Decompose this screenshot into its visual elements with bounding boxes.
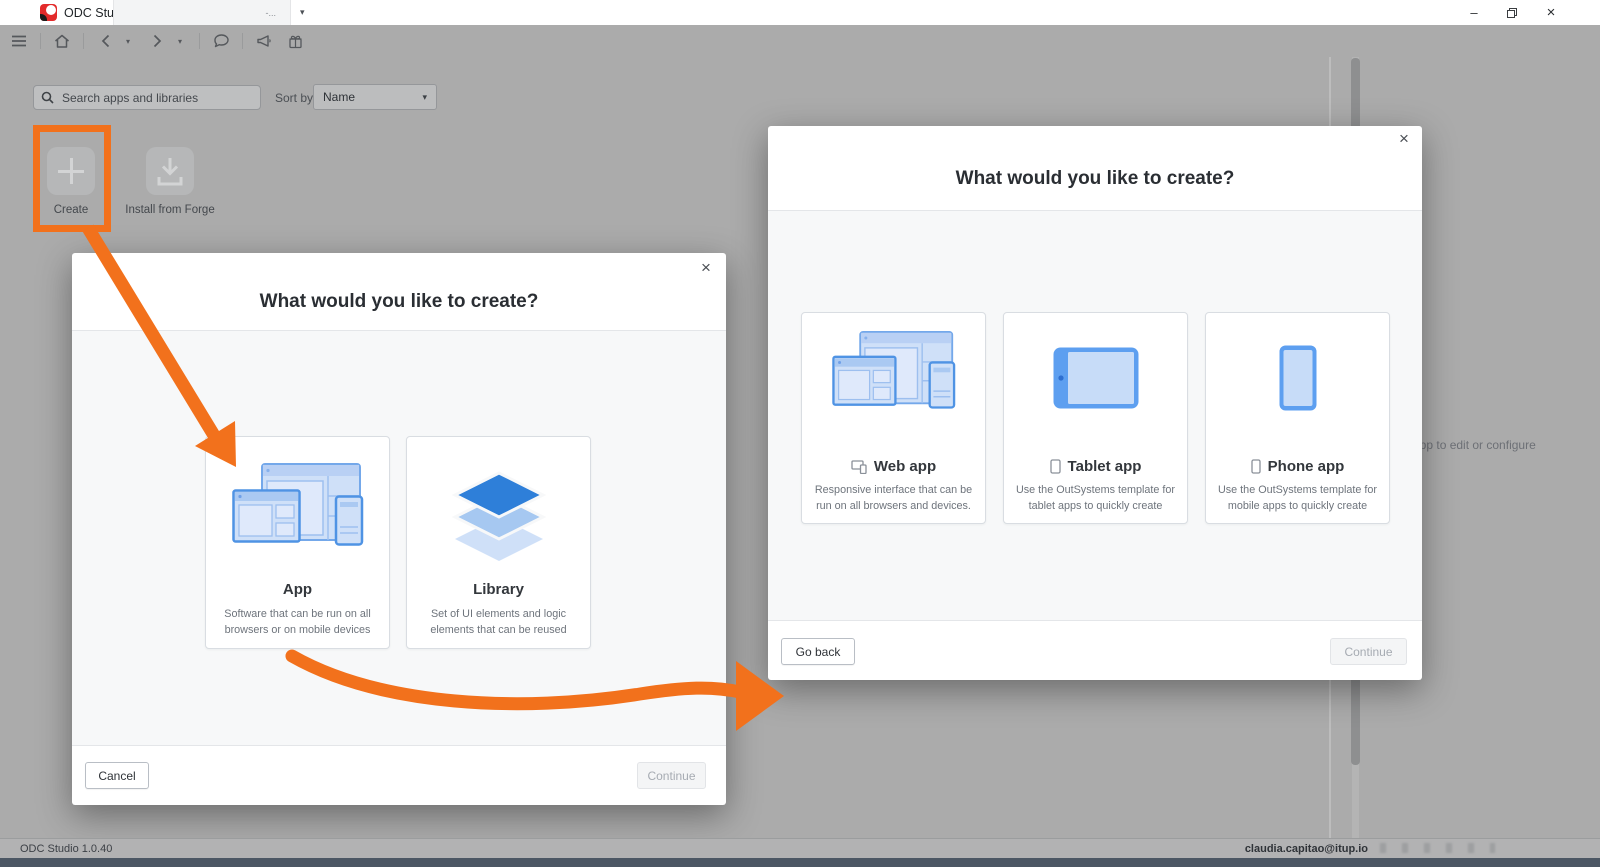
toolbar-separator xyxy=(199,33,200,49)
dialog-title: What would you like to create? xyxy=(259,291,539,312)
card-title: Phone app xyxy=(1206,458,1389,475)
card-title: Tablet app xyxy=(1004,458,1187,475)
forward-icon[interactable] xyxy=(147,31,167,51)
tablet-app-card[interactable]: Tablet app Use the OutSystems template f… xyxy=(1003,312,1188,524)
card-title: Library xyxy=(473,581,524,598)
continue-button[interactable]: Continue xyxy=(1330,638,1407,665)
sort-select-value: Name xyxy=(323,90,356,104)
web-app-icon xyxy=(851,459,867,474)
toolbar-separator xyxy=(40,33,41,49)
document-tab[interactable]: -... xyxy=(113,0,291,25)
app-devices-illustration xyxy=(231,463,364,566)
install-from-forge-tile[interactable]: Install from Forge xyxy=(122,147,218,218)
close-window-button[interactable]: × xyxy=(1534,0,1568,25)
restore-icon xyxy=(1507,7,1517,18)
app-card[interactable]: App Software that can be run on all brow… xyxy=(205,436,390,649)
go-back-button[interactable]: Go back xyxy=(781,638,855,665)
version-label: ODC Studio 1.0.40 xyxy=(20,843,113,855)
cancel-button[interactable]: Cancel xyxy=(85,762,149,789)
title-bar: ODC Studio -... ▾ – × xyxy=(0,0,1600,25)
web-app-illustration xyxy=(831,331,956,428)
phone-app-card[interactable]: Phone app Use the OutSystems template fo… xyxy=(1205,312,1390,524)
main-toolbar: ▾ ▾ xyxy=(0,25,1600,57)
phone-app-icon xyxy=(1251,459,1261,474)
status-bar: ODC Studio 1.0.40 claudia.capitao@itup.i… xyxy=(0,838,1600,859)
card-title-text: Tablet app xyxy=(1067,458,1142,475)
library-card[interactable]: Library Set of UI elements and logic ele… xyxy=(406,436,591,649)
card-title-text: Web app xyxy=(873,458,937,475)
toolbar-separator xyxy=(83,33,84,49)
download-icon xyxy=(146,147,194,195)
odc-studio-window: ODC Studio -... ▾ – × ▾ ▾ Search apps an… xyxy=(0,0,1600,867)
create-tile[interactable]: Create xyxy=(23,147,119,218)
sort-by-label: Sort by xyxy=(275,90,314,105)
search-input[interactable] xyxy=(60,89,253,106)
create-app-kind-dialog: What would you like to create? × Web app… xyxy=(768,126,1422,680)
user-email: claudia.capitao@itup.io xyxy=(1244,843,1368,855)
card-title: App xyxy=(282,581,313,598)
restore-button[interactable] xyxy=(1495,0,1529,25)
menu-icon[interactable] xyxy=(9,31,29,51)
card-description: Software that can be run on all browsers… xyxy=(224,608,371,637)
whats-new-icon[interactable] xyxy=(285,31,305,51)
background-hint-text: app to edit or configure xyxy=(1413,438,1536,452)
close-icon[interactable]: × xyxy=(1394,129,1414,149)
toolbar-separator xyxy=(242,33,243,49)
phone-illustration xyxy=(1279,345,1317,416)
document-tab-label: -... xyxy=(265,7,277,18)
minimize-button[interactable]: – xyxy=(1457,0,1491,25)
create-plus-icon xyxy=(47,147,95,195)
tab-dropdown-icon[interactable]: ▾ xyxy=(300,0,305,25)
continue-button[interactable]: Continue xyxy=(637,762,706,789)
odc-logo-icon xyxy=(40,4,57,21)
library-layers-illustration xyxy=(444,469,554,566)
card-description: Use the OutSystems template for mobile a… xyxy=(1217,484,1378,513)
redacted-smudge xyxy=(1380,843,1495,853)
tablet-app-icon xyxy=(1049,459,1061,474)
dialog-body xyxy=(72,330,726,746)
card-description: Responsive interface that can be run on … xyxy=(814,484,973,513)
forward-history-icon[interactable]: ▾ xyxy=(178,37,188,46)
search-box xyxy=(33,85,261,110)
chevron-down-icon: ▾ xyxy=(422,91,427,102)
dialog-title: What would you like to create? xyxy=(955,168,1235,189)
back-history-icon[interactable]: ▾ xyxy=(126,37,136,46)
create-app-type-dialog: What would you like to create? × App Sof… xyxy=(72,253,726,805)
tablet-illustration xyxy=(1053,347,1139,414)
sort-select[interactable]: Name ▾ xyxy=(313,84,437,110)
window-bottom-edge xyxy=(0,858,1600,867)
close-icon[interactable]: × xyxy=(696,258,716,278)
card-description: Set of UI elements and logic elements th… xyxy=(430,608,567,637)
card-title-text: Phone app xyxy=(1267,458,1345,475)
home-icon[interactable] xyxy=(52,31,72,51)
search-icon xyxy=(41,91,54,104)
card-description: Use the OutSystems template for tablet a… xyxy=(1015,484,1176,513)
announcements-icon[interactable] xyxy=(254,31,274,51)
feedback-icon[interactable] xyxy=(211,31,231,51)
web-app-card[interactable]: Web app Responsive interface that can be… xyxy=(801,312,986,524)
card-title: Web app xyxy=(802,458,985,475)
back-icon[interactable] xyxy=(95,31,115,51)
create-tile-label: Create xyxy=(53,204,89,216)
install-tile-label: Install from Forge xyxy=(125,204,215,216)
